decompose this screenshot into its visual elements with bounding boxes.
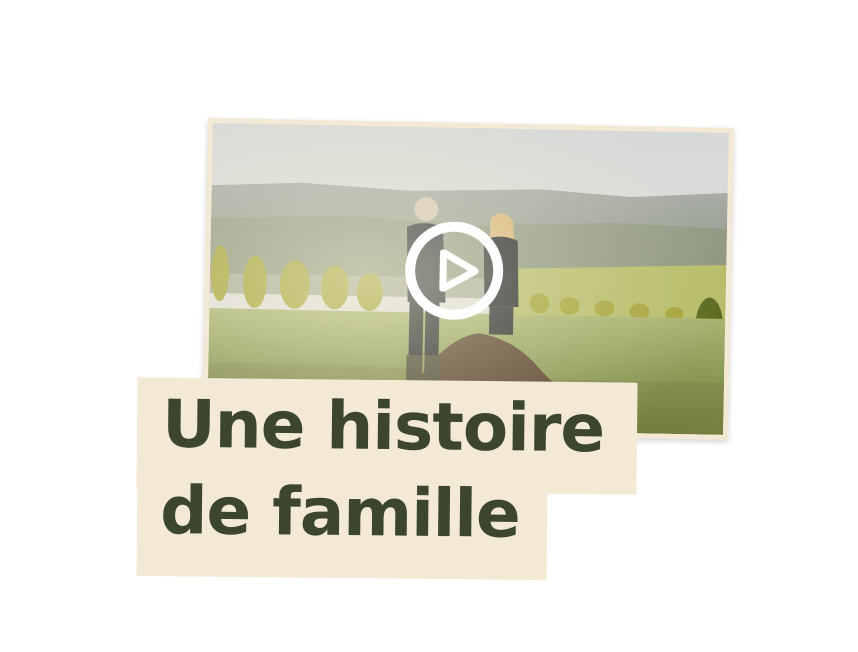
title-line-2: de famille [136,472,548,581]
play-icon [439,249,479,293]
page-stage: Une histoire de famille [0,0,858,652]
